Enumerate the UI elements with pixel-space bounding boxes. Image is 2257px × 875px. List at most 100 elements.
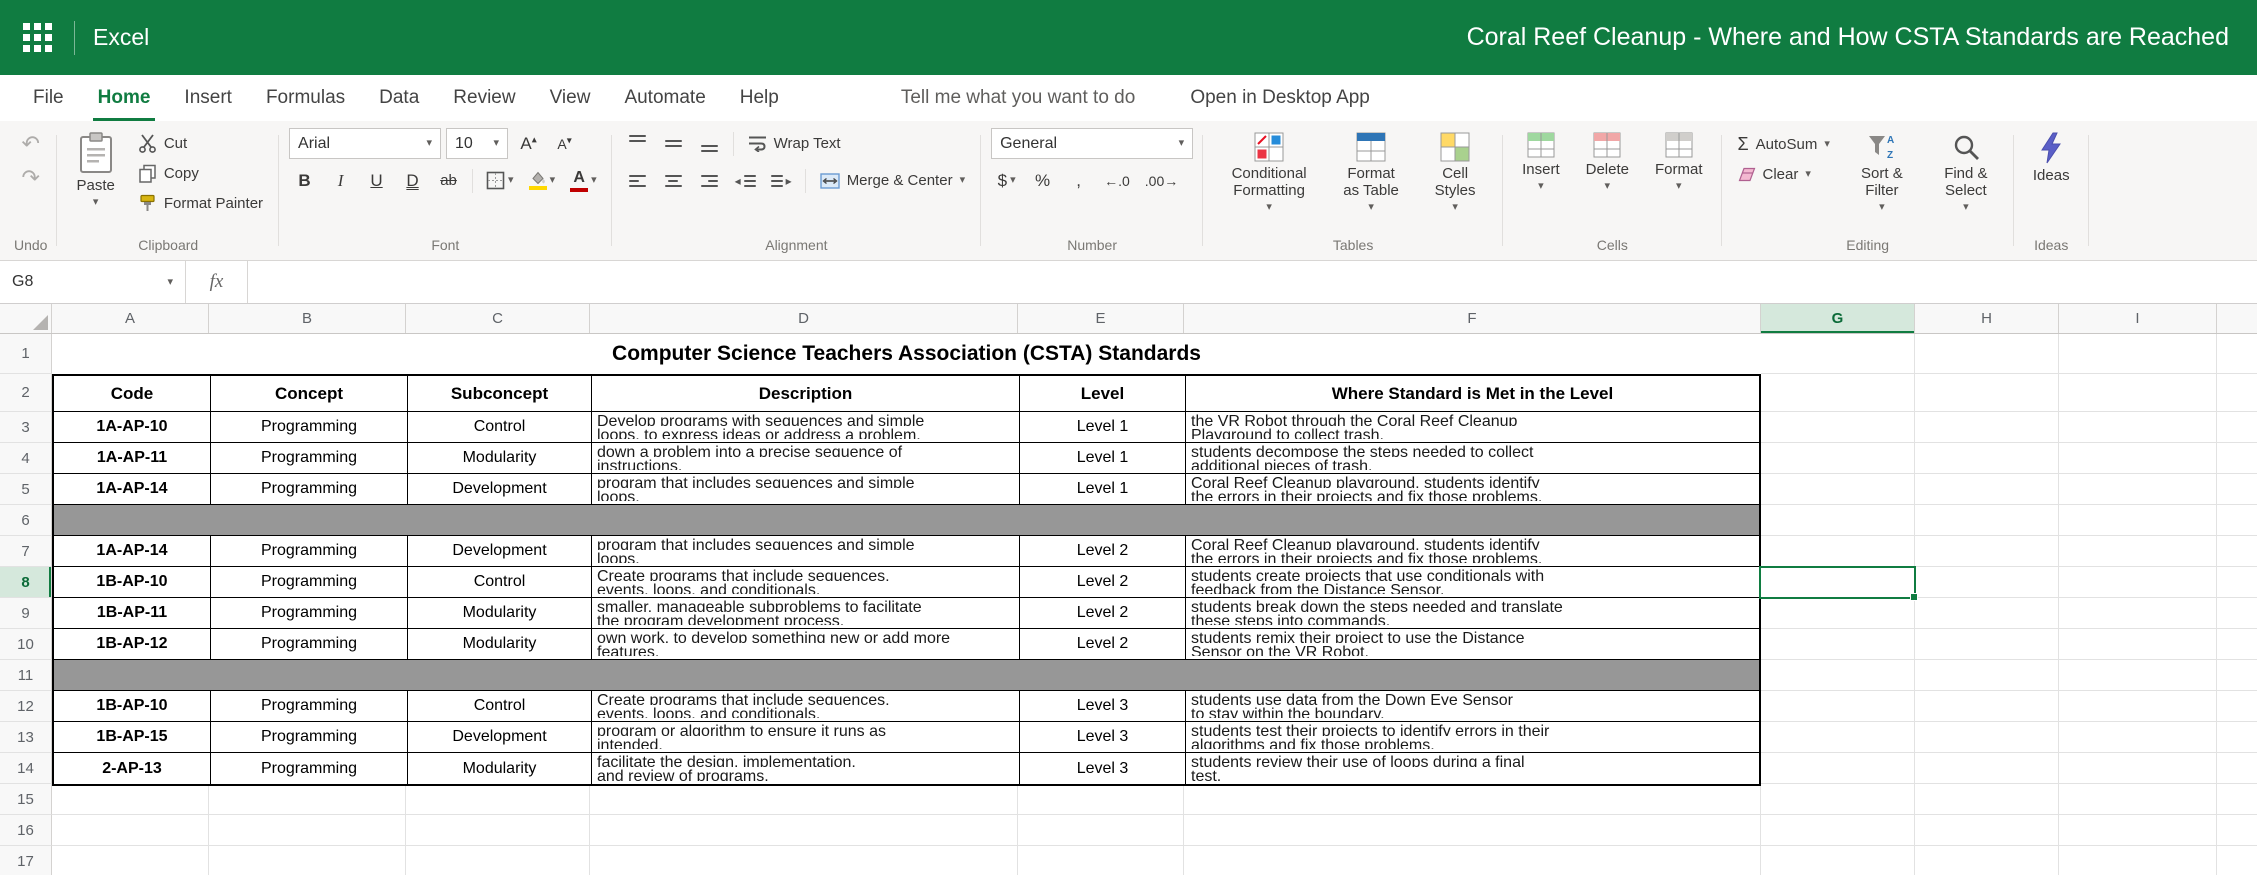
- cell-D8[interactable]: Create programs that include sequences,e…: [592, 567, 1020, 597]
- cell-D4[interactable]: down a problem into a precise sequence o…: [592, 443, 1020, 473]
- column-header-C[interactable]: C: [406, 304, 590, 333]
- cell-H8[interactable]: [1915, 567, 2059, 598]
- row-header-12[interactable]: 12: [0, 691, 52, 722]
- cell-I17[interactable]: [2059, 846, 2217, 875]
- cell-E12[interactable]: Level 3: [1020, 691, 1186, 721]
- cell-J3[interactable]: [2217, 412, 2257, 443]
- cell-C4[interactable]: Modularity: [408, 443, 592, 473]
- cell-J5[interactable]: [2217, 474, 2257, 505]
- cell-I11[interactable]: [2059, 660, 2217, 691]
- column-header-G[interactable]: G: [1761, 304, 1915, 333]
- cell-J8[interactable]: [2217, 567, 2257, 598]
- row-header-2[interactable]: 2: [0, 374, 52, 412]
- cell-H17[interactable]: [1915, 846, 2059, 875]
- cell-C14[interactable]: Modularity: [408, 753, 592, 784]
- cell-E14[interactable]: Level 3: [1020, 753, 1186, 784]
- cell-D10[interactable]: own work, to develop something new or ad…: [592, 629, 1020, 659]
- cell-B15[interactable]: [209, 784, 406, 815]
- align-center-button[interactable]: [658, 165, 689, 196]
- cell-J16[interactable]: [2217, 815, 2257, 846]
- fill-handle[interactable]: [1910, 593, 1918, 601]
- cell-J6[interactable]: [2217, 505, 2257, 536]
- cut-button[interactable]: Cut: [132, 130, 269, 157]
- conditional-formatting-button[interactable]: Conditional Formatting ▾: [1213, 128, 1325, 217]
- cell-A8[interactable]: 1B-AP-10: [54, 567, 211, 597]
- cell-I9[interactable]: [2059, 598, 2217, 629]
- tab-view[interactable]: View: [533, 75, 608, 121]
- cell-I8[interactable]: [2059, 567, 2217, 598]
- cell-F13[interactable]: students test their projects to identify…: [1186, 722, 1759, 752]
- cell-G3[interactable]: [1761, 412, 1915, 443]
- merge-center-button[interactable]: Merge & Center ▾: [814, 168, 971, 193]
- cell-B7[interactable]: Programming: [211, 536, 408, 566]
- cell-A16[interactable]: [52, 815, 209, 846]
- align-left-button[interactable]: [622, 165, 653, 196]
- cell-A5[interactable]: 1A-AP-14: [54, 474, 211, 504]
- cell-F8[interactable]: students create projects that use condit…: [1186, 567, 1759, 597]
- tell-me-search[interactable]: Tell me what you want to do: [901, 87, 1135, 109]
- cell-F14[interactable]: students review their use of loops durin…: [1186, 753, 1759, 784]
- cell-H3[interactable]: [1915, 412, 2059, 443]
- sort-filter-button[interactable]: AZ Sort & Filter ▾: [1844, 128, 1920, 217]
- cell-G9[interactable]: [1761, 598, 1915, 629]
- cell-D7[interactable]: program that includes sequences and simp…: [592, 536, 1020, 566]
- cell-A13[interactable]: 1B-AP-15: [54, 722, 211, 752]
- cell-C10[interactable]: Modularity: [408, 629, 592, 659]
- decrease-indent-button[interactable]: ◂: [730, 165, 761, 196]
- row-header-17[interactable]: 17: [0, 846, 52, 875]
- cell-J17[interactable]: [2217, 846, 2257, 875]
- cell-F17[interactable]: [1184, 846, 1761, 875]
- cell-F3[interactable]: the VR Robot through the Coral Reef Clea…: [1186, 412, 1759, 442]
- open-in-desktop-button[interactable]: Open in Desktop App: [1190, 87, 1370, 109]
- tab-insert[interactable]: Insert: [167, 75, 249, 121]
- cell-F2[interactable]: Where Standard is Met in the Level: [1186, 376, 1759, 411]
- cell-D13[interactable]: program or algorithm to ensure it runs a…: [592, 722, 1020, 752]
- cell-A10[interactable]: 1B-AP-12: [54, 629, 211, 659]
- cell-C13[interactable]: Development: [408, 722, 592, 752]
- cell-E5[interactable]: Level 1: [1020, 474, 1186, 504]
- cell-D16[interactable]: [590, 815, 1018, 846]
- decrease-decimal-button[interactable]: .00→: [1140, 165, 1183, 196]
- currency-format-button[interactable]: $▾: [991, 165, 1022, 196]
- font-size-select[interactable]: 10 ▾: [446, 128, 508, 159]
- cell-G4[interactable]: [1761, 443, 1915, 474]
- cell-D3[interactable]: Develop programs with sequences and simp…: [592, 412, 1020, 442]
- cell-J9[interactable]: [2217, 598, 2257, 629]
- cell-B2[interactable]: Concept: [211, 376, 408, 411]
- row-header-15[interactable]: 15: [0, 784, 52, 815]
- copy-button[interactable]: Copy: [132, 160, 269, 187]
- cell-I16[interactable]: [2059, 815, 2217, 846]
- autosum-button[interactable]: Σ AutoSum ▾: [1732, 130, 1836, 159]
- cell-B9[interactable]: Programming: [211, 598, 408, 628]
- select-all-corner[interactable]: [0, 304, 52, 333]
- cell-A17[interactable]: [52, 846, 209, 875]
- tab-formulas[interactable]: Formulas: [249, 75, 362, 121]
- cell-F15[interactable]: [1184, 784, 1761, 815]
- cell-C5[interactable]: Development: [408, 474, 592, 504]
- row-header-11[interactable]: 11: [0, 660, 52, 691]
- cell-E3[interactable]: Level 1: [1020, 412, 1186, 442]
- cell-H10[interactable]: [1915, 629, 2059, 660]
- row-header-14[interactable]: 14: [0, 753, 52, 784]
- font-name-select[interactable]: Arial ▾: [289, 128, 441, 159]
- increase-decimal-button[interactable]: ←.0: [1099, 165, 1135, 196]
- percent-format-button[interactable]: %: [1027, 165, 1058, 196]
- cell-H2[interactable]: [1915, 374, 2059, 412]
- tab-file[interactable]: File: [16, 75, 81, 121]
- row-header-7[interactable]: 7: [0, 536, 52, 567]
- cell-A7[interactable]: 1A-AP-14: [54, 536, 211, 566]
- cell-B17[interactable]: [209, 846, 406, 875]
- row-header-6[interactable]: 6: [0, 505, 52, 536]
- cell-I13[interactable]: [2059, 722, 2217, 753]
- cell-I5[interactable]: [2059, 474, 2217, 505]
- cell-styles-button[interactable]: Cell Styles ▾: [1417, 128, 1493, 217]
- cell-G10[interactable]: [1761, 629, 1915, 660]
- cell-A9[interactable]: 1B-AP-11: [54, 598, 211, 628]
- column-header-I[interactable]: I: [2059, 304, 2217, 333]
- column-header-partial[interactable]: [2217, 304, 2257, 333]
- cell-B10[interactable]: Programming: [211, 629, 408, 659]
- cell-G13[interactable]: [1761, 722, 1915, 753]
- cell-H1[interactable]: [1915, 334, 2059, 374]
- cell-I1[interactable]: [2059, 334, 2217, 374]
- cell-D2[interactable]: Description: [592, 376, 1020, 411]
